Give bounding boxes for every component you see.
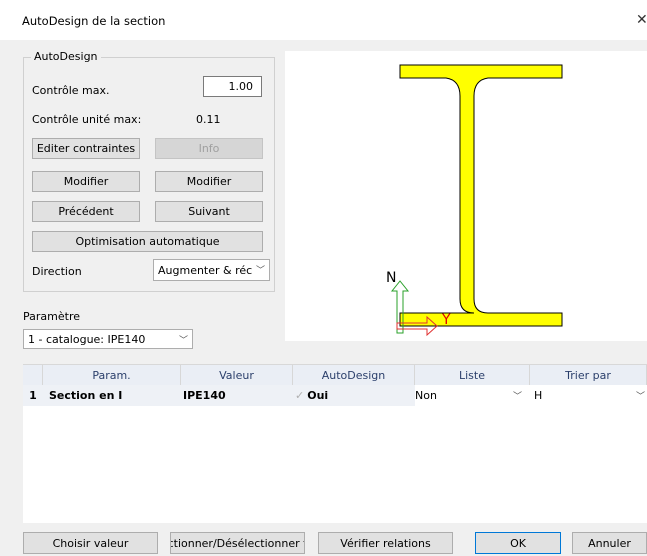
table-cell-autodesign[interactable]: ✓ Oui bbox=[293, 385, 415, 406]
choose-value-button[interactable]: Choisir valeur bbox=[23, 532, 158, 554]
sort-cell-value: H bbox=[534, 389, 543, 402]
table-cell-sort[interactable]: H ﹀ bbox=[530, 385, 647, 406]
list-cell-value: Non bbox=[415, 389, 437, 402]
checkmark-icon: ✓ bbox=[295, 389, 305, 402]
section-drawing: N Y bbox=[386, 64, 563, 337]
title-bar: AutoDesign de la section ✕ bbox=[0, 0, 647, 40]
auto-optimisation-button[interactable]: Optimisation automatique bbox=[32, 231, 263, 252]
chevron-down-icon: ﹀ bbox=[255, 266, 265, 276]
autodesign-cell-value: Oui bbox=[307, 389, 329, 402]
i-section-shape bbox=[399, 64, 563, 327]
table-header-value[interactable]: Valeur bbox=[181, 365, 293, 385]
section-preview: N Y bbox=[285, 51, 647, 341]
info-button[interactable]: Info bbox=[155, 138, 263, 159]
table-header-autodesign[interactable]: AutoDesign bbox=[293, 365, 415, 385]
table-header-index bbox=[23, 365, 43, 385]
modify-right-button[interactable]: Modifier bbox=[155, 171, 263, 192]
table-cell-param[interactable]: Section en I bbox=[43, 385, 181, 406]
parameter-select[interactable]: 1 - catalogue: IPE140 ﹀ bbox=[23, 329, 193, 349]
chevron-down-icon: ﹀ bbox=[178, 336, 188, 346]
unit-check-label: Contrôle unité max: bbox=[32, 113, 142, 126]
table-header-list[interactable]: Liste bbox=[415, 365, 530, 385]
direction-label: Direction bbox=[32, 265, 82, 278]
parameter-table: Param. Valeur AutoDesign Liste Trier par… bbox=[23, 364, 647, 523]
next-button[interactable]: Suivant bbox=[155, 201, 263, 222]
parameter-label: Paramètre bbox=[23, 310, 80, 323]
select-deselect-button[interactable]: ctionner/Désélectionner t bbox=[170, 532, 305, 554]
check-relations-button[interactable]: Vérifier relations bbox=[318, 532, 453, 554]
chevron-down-icon[interactable]: ﹀ bbox=[636, 389, 645, 402]
chevron-down-icon[interactable]: ﹀ bbox=[513, 389, 522, 402]
table-cell-list[interactable]: Non ﹀ bbox=[415, 385, 530, 406]
close-icon[interactable]: ✕ bbox=[636, 12, 647, 28]
y-axis-label: Y bbox=[441, 312, 451, 328]
direction-select[interactable]: Augmenter & réc ﹀ bbox=[153, 259, 270, 281]
n-axis-label: N bbox=[386, 270, 396, 286]
max-check-label: Contrôle max. bbox=[32, 84, 110, 97]
previous-button[interactable]: Précédent bbox=[32, 201, 140, 222]
table-cell-value[interactable]: IPE140 bbox=[181, 385, 293, 406]
ok-button[interactable]: OK bbox=[475, 532, 561, 554]
table-header-sort[interactable]: Trier par bbox=[530, 365, 647, 385]
autodesign-group-label: AutoDesign bbox=[31, 50, 101, 63]
max-check-input[interactable]: 1.00 bbox=[203, 76, 262, 97]
table-header-param[interactable]: Param. bbox=[43, 365, 181, 385]
modify-left-button[interactable]: Modifier bbox=[32, 171, 140, 192]
edit-constraints-button[interactable]: Editer contraintes bbox=[32, 138, 140, 159]
table-row-index: 1 bbox=[23, 385, 43, 406]
window-title: AutoDesign de la section bbox=[22, 14, 166, 28]
direction-select-value: Augmenter & réc bbox=[158, 263, 253, 277]
parameter-select-value: 1 - catalogue: IPE140 bbox=[28, 332, 146, 346]
unit-check-value: 0.11 bbox=[196, 113, 221, 126]
cancel-button[interactable]: Annuler bbox=[572, 532, 647, 554]
